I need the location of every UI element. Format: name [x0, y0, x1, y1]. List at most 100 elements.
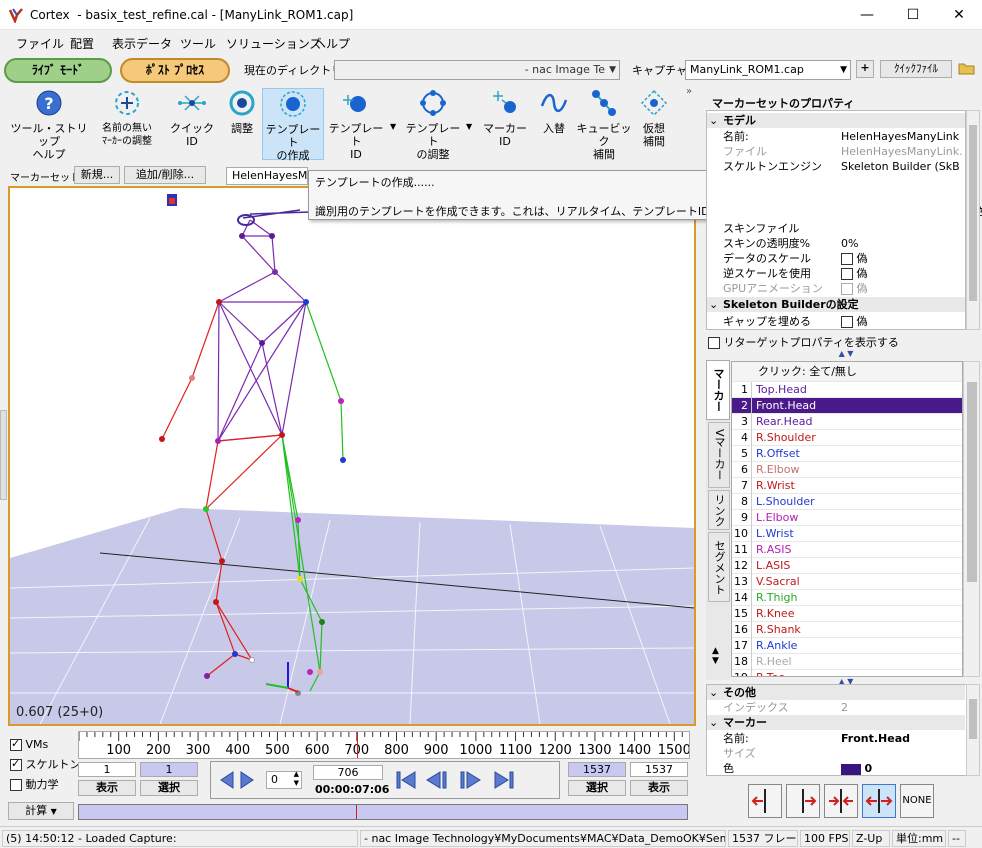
marker-row[interactable]: 4 R.Shoulder	[732, 430, 962, 446]
mirror-inward-button[interactable]	[824, 784, 858, 818]
prop-row[interactable]: 色 0	[707, 761, 965, 775]
checkbox[interactable]	[10, 757, 22, 771]
end-select-input[interactable]: 1537	[568, 762, 626, 777]
ribbon-template-adjust[interactable]: テンプレート の調整	[402, 88, 464, 161]
ribbon-adjust[interactable]: 調整	[224, 88, 260, 160]
timeline-ruler[interactable]: 1002003004005006007008009001000110012001…	[78, 731, 691, 759]
post-process-button[interactable]: ﾎﾟｽﾄ ﾌﾟﾛｾｽ	[120, 58, 230, 83]
markerset-name-tab[interactable]: HelenHayesMa	[226, 167, 308, 185]
checkbox[interactable]	[841, 253, 853, 265]
checkbox[interactable]	[708, 337, 720, 349]
checkbox[interactable]	[10, 779, 22, 791]
checkbox[interactable]	[10, 737, 22, 751]
prop-row[interactable]: サイズ	[707, 746, 965, 761]
props-scrollbar[interactable]	[966, 110, 980, 330]
menu-layout[interactable]: 配置	[70, 35, 94, 52]
splitter-handle[interactable]: ▲ ▼	[808, 350, 884, 358]
scrollbar-thumb[interactable]	[967, 382, 977, 582]
checkbox[interactable]	[841, 283, 853, 295]
marker-row[interactable]: 18 R.Heel	[732, 654, 962, 670]
marker-row[interactable]: 15 R.Knee	[732, 606, 962, 622]
menu-help[interactable]: ヘルプ	[314, 35, 350, 52]
marker-section[interactable]: ⌄ マーカー	[707, 715, 965, 730]
go-start-icon[interactable]	[396, 771, 401, 789]
start-frame-input[interactable]: 1	[78, 762, 136, 777]
step-back-icon[interactable]	[442, 771, 447, 789]
markerset-new-button[interactable]: 新規...	[74, 166, 120, 184]
prop-row[interactable]: ファイル HelenHayesManyLink.	[707, 144, 965, 159]
timeline-cursor[interactable]	[357, 732, 358, 758]
mirror-left-button[interactable]	[748, 784, 782, 818]
other-section[interactable]: ⌄ その他	[707, 685, 965, 700]
skeleton-toggle[interactable]: スケルトン	[10, 756, 81, 772]
checkbox[interactable]	[841, 268, 853, 280]
ribbon-template-create[interactable]: テンプレート の作成	[262, 88, 324, 162]
prop-row[interactable]: 名前: Front.Head	[707, 731, 965, 746]
ribbon-marker-id[interactable]: マーカー ID	[478, 88, 532, 160]
collapse-icon[interactable]: ⌄	[709, 685, 718, 700]
step-forward-icon[interactable]	[460, 771, 465, 789]
ribbon-toolstrip-help[interactable]: ? ツール・ストリップ ヘルプ	[6, 88, 92, 161]
marker-row[interactable]: 2 Front.Head	[732, 398, 962, 414]
marker-row[interactable]: 17 R.Ankle	[732, 638, 962, 654]
collapse-icon[interactable]: ⌄	[709, 113, 718, 128]
template-adjust-dropdown-icon[interactable]: ▼	[466, 122, 472, 131]
3d-viewport[interactable]: 0.607 (25+0)	[8, 186, 696, 726]
marker-row[interactable]: 9 L.Elbow	[732, 510, 962, 526]
start-select-input[interactable]: 1	[140, 762, 198, 777]
scrollbar-thumb[interactable]	[969, 125, 977, 301]
marker-row[interactable]: 6 R.Elbow	[732, 462, 962, 478]
add-capture-button[interactable]: +	[856, 60, 874, 78]
marker-list-scrollbar[interactable]	[963, 361, 980, 677]
start-select-button[interactable]: 選択	[140, 780, 198, 796]
prop-row[interactable]: GPUアニメーション 偽	[707, 281, 965, 296]
tab-links[interactable]: リンク	[708, 490, 730, 530]
mirror-none-button[interactable]: NONE	[900, 784, 934, 818]
go-end-icon[interactable]	[509, 771, 514, 789]
ribbon-unnamed-marker[interactable]: 名前の無い ﾏｰｶｰの調整	[96, 88, 158, 160]
end-show-button[interactable]: 表示	[630, 780, 688, 796]
end-frame-input[interactable]: 1537	[630, 762, 688, 777]
prop-row[interactable]: ギャップを埋める 偽	[707, 314, 965, 329]
marker-row[interactable]: 5 R.Offset	[732, 446, 962, 462]
marker-row[interactable]: 11 R.ASIS	[732, 542, 962, 558]
ribbon-quick-id[interactable]: クイック ID	[164, 88, 220, 160]
menu-view-data[interactable]: 表示データ	[112, 35, 172, 52]
prop-row[interactable]: 名前: HelenHayesManyLink	[707, 129, 965, 144]
minimize-button[interactable]: —	[844, 0, 890, 30]
marker-row[interactable]: 1 Top.Head	[732, 382, 962, 398]
prop-row[interactable]: データのスケール 偽	[707, 251, 965, 266]
marker-list-header[interactable]: クリック: 全て/無し	[732, 362, 962, 382]
start-show-button[interactable]: 表示	[78, 780, 136, 796]
current-frame-input[interactable]: 706	[313, 765, 383, 780]
marker-row[interactable]: 16 R.Shank	[732, 622, 962, 638]
current-dir-combo[interactable]: - nac Image Te ▼	[334, 60, 620, 80]
marker-row[interactable]: 12 L.ASIS	[732, 558, 962, 574]
marker-row[interactable]: 13 V.Sacral	[732, 574, 962, 590]
template-id-dropdown-icon[interactable]: ▼	[390, 122, 396, 131]
step-forward-icon[interactable]	[466, 771, 481, 789]
collapse-icon[interactable]: ⌄	[709, 297, 718, 312]
retarget-toggle[interactable]: リターゲットプロパティを表示する	[708, 334, 899, 350]
folder-icon[interactable]	[958, 61, 976, 76]
capture-combo[interactable]: ManyLink_ROM1.cap ▼	[685, 60, 851, 80]
prop-row[interactable]: スキンの透明度% 0%	[707, 236, 965, 251]
ribbon-cubic[interactable]: キュービック 補間	[574, 88, 634, 161]
menu-tools[interactable]: ツール	[180, 35, 216, 52]
skb-section[interactable]: ⌄ Skeleton Builderの設定	[707, 297, 965, 312]
play-reverse-icon[interactable]	[217, 770, 257, 790]
live-mode-button[interactable]: ﾗｲﾌﾞ ﾓｰﾄﾞ	[4, 58, 112, 83]
marker-row[interactable]: 10 L.Wrist	[732, 526, 962, 542]
prop-row[interactable]: スケルトンエンジン Skeleton Builder (SkB	[707, 159, 965, 174]
prop-row[interactable]: インデックス 2	[707, 700, 965, 715]
menu-file[interactable]: ファイル	[16, 35, 64, 52]
kinematics-toggle[interactable]: 動力学	[10, 776, 59, 792]
markerset-add-remove-button[interactable]: 追加/削除...	[124, 166, 206, 184]
color-swatch[interactable]	[841, 763, 861, 775]
tab-vmarkers[interactable]: Vマーカー	[708, 422, 730, 488]
go-end-icon[interactable]	[494, 771, 509, 789]
prop-row[interactable]: スキンファイル	[707, 221, 965, 236]
compute-button[interactable]: 計算 ▼	[8, 802, 74, 820]
tab-segments[interactable]: セグメント	[708, 532, 730, 602]
quick-file-button[interactable]: ｸｲｯｸﾌｧｲﾙ	[880, 60, 952, 78]
